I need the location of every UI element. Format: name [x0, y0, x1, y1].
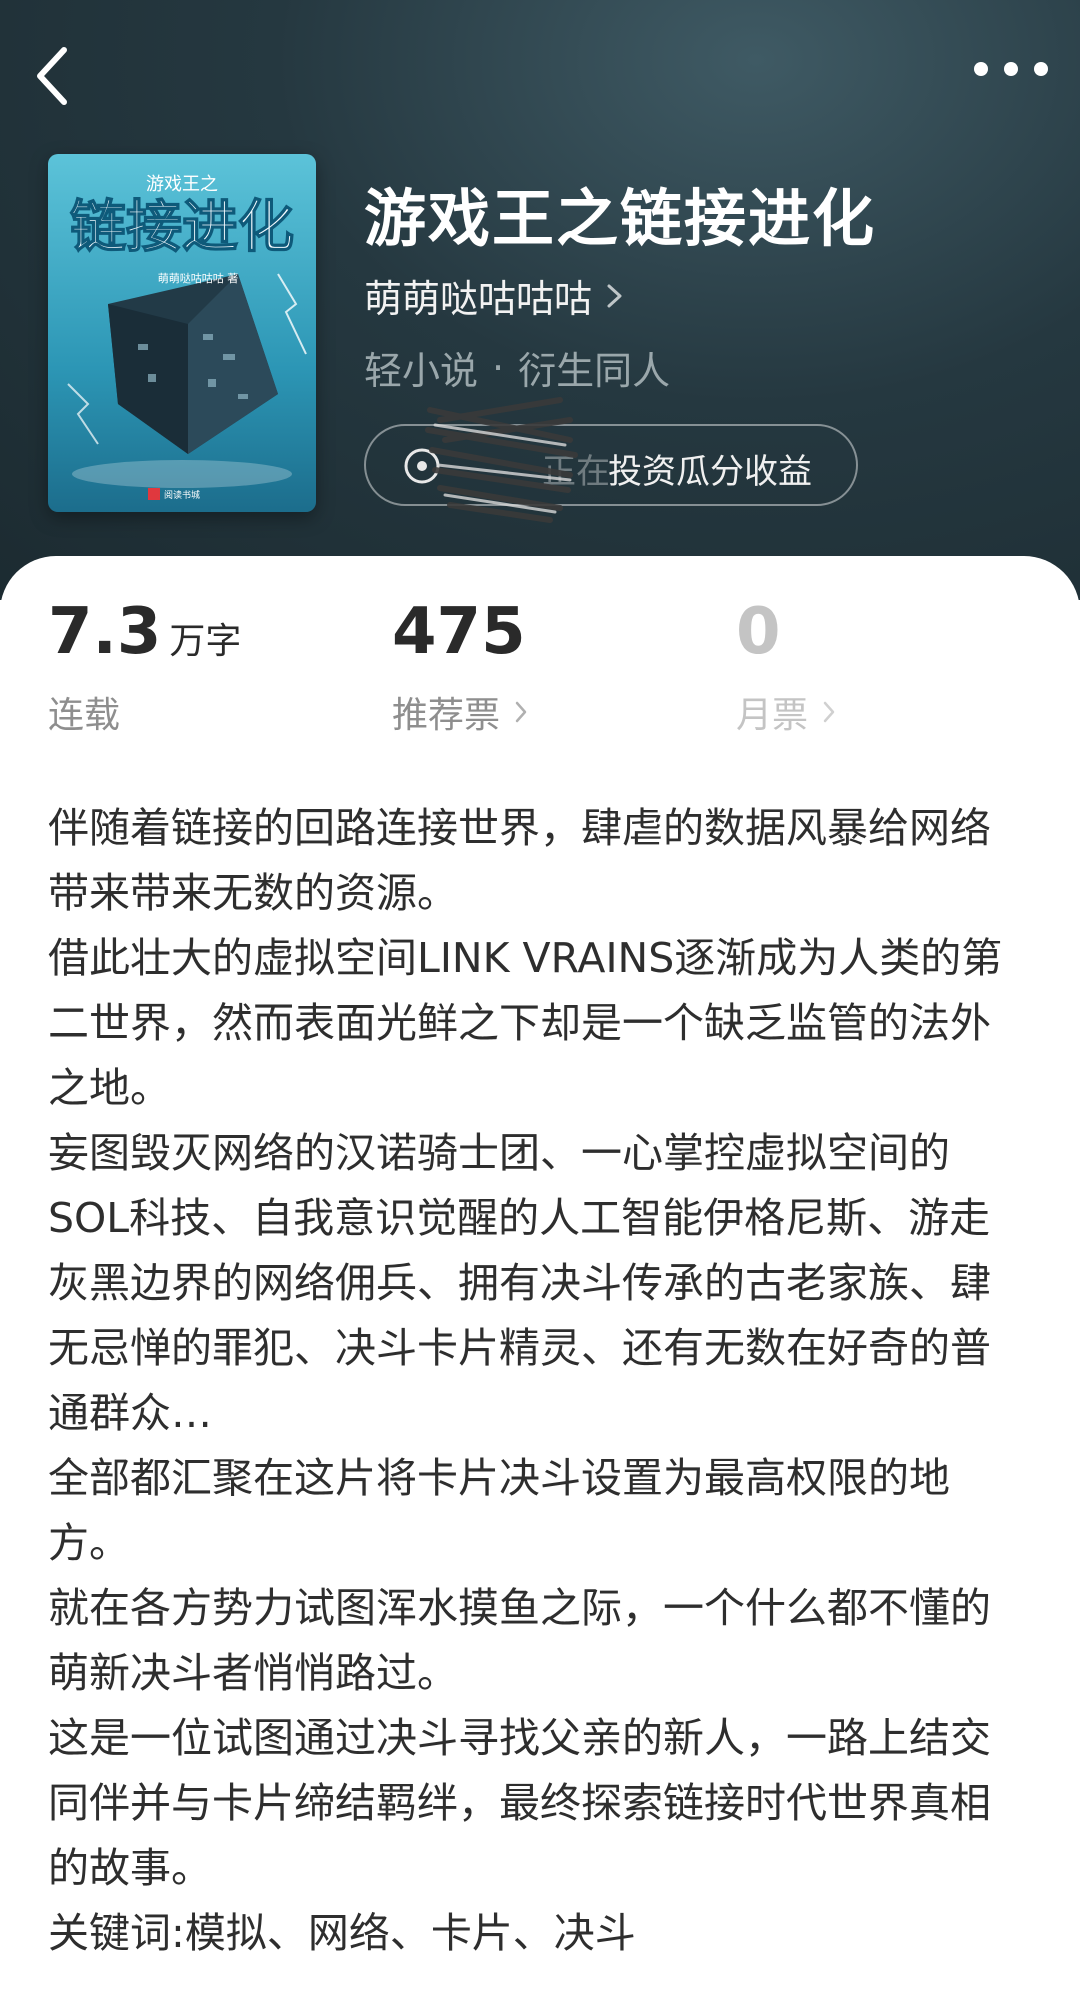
description-paragraph: 借此壮大的虚拟空间LINK VRAINS逐渐成为人类的第二世界，然而表面光鲜之下…	[48, 934, 1003, 1112]
book-title: 游戏王之链接进化	[364, 182, 877, 255]
monthly-count: 0	[736, 595, 781, 669]
detail-sheet: 7.3 万字 连载 475 推荐票 0 月票 伴随着链接的回路连接世界，肆虐的数据…	[0, 556, 1080, 2012]
redaction-scribble	[425, 397, 578, 523]
description-paragraph: 就在各方势力试图浑水摸鱼之际，一个什么都不懂的萌新决斗者悄悄路过。	[48, 1584, 991, 1697]
cover-publisher: 阅读书城	[164, 489, 200, 501]
author-link[interactable]: 萌萌哒咕咕咕	[364, 268, 626, 323]
cover-small-title: 游戏王之	[146, 174, 218, 195]
monthly-ticket-stat[interactable]: 0 月票	[736, 600, 836, 738]
chevron-right-icon	[607, 284, 622, 307]
description-paragraph: 全部都汇聚在这片将卡片决斗设置为最高权限的地方。	[48, 1454, 950, 1567]
book-header-banner: 游戏王之 链接进化 萌萌哒咕咕咕 著 阅读书城 游戏王之链接进化 萌萌哒咕咕咕 …	[0, 0, 1080, 600]
description-paragraph: 妄图毁灭网络的汉诺骑士团、一心掌控虚拟空间的SOL科技、自我意识觉醒的人工智能伊…	[48, 1129, 991, 1437]
more-dots-icon	[974, 62, 1048, 76]
book-description: 伴随着链接的回路连接世界，肆虐的数据风暴给网络带来带来无数的资源。 借此壮大的虚…	[48, 796, 1008, 1966]
monthly-label: 月票	[736, 695, 809, 736]
book-cover[interactable]: 游戏王之 链接进化 萌萌哒咕咕咕 著 阅读书城	[48, 154, 316, 512]
status-label: 连载	[48, 695, 121, 736]
recommend-ticket-stat[interactable]: 475 推荐票	[392, 600, 528, 738]
recommend-label: 推荐票	[392, 695, 501, 736]
author-name: 萌萌哒咕咕咕	[364, 277, 593, 321]
word-count-stat: 7.3 万字 连载	[48, 600, 241, 738]
word-count-unit: 万字	[169, 621, 242, 662]
description-keywords: 关键词:模拟、网络、卡片、决斗	[48, 1909, 636, 1957]
cover-big-title: 链接进化	[70, 195, 294, 260]
book-cover-art: 游戏王之 链接进化 萌萌哒咕咕咕 著 阅读书城	[48, 154, 316, 512]
more-button[interactable]	[966, 36, 1056, 116]
chevron-left-icon	[37, 47, 67, 105]
chevron-right-icon	[823, 701, 835, 723]
invest-label: 投资瓜分收益	[608, 452, 812, 492]
recommend-count: 475	[392, 595, 526, 669]
word-count-value: 7.3	[48, 595, 162, 669]
cover-author-line: 萌萌哒咕咕咕 著	[158, 271, 239, 285]
back-button[interactable]	[24, 36, 104, 116]
description-paragraph: 伴随着链接的回路连接世界，肆虐的数据风暴给网络带来带来无数的资源。	[48, 804, 991, 917]
description-paragraph: 这是一位试图通过决斗寻找父亲的新人，一路上结交同伴并与卡片缔结羁绊，最终探索链接…	[48, 1714, 991, 1892]
chevron-right-icon	[515, 701, 527, 723]
